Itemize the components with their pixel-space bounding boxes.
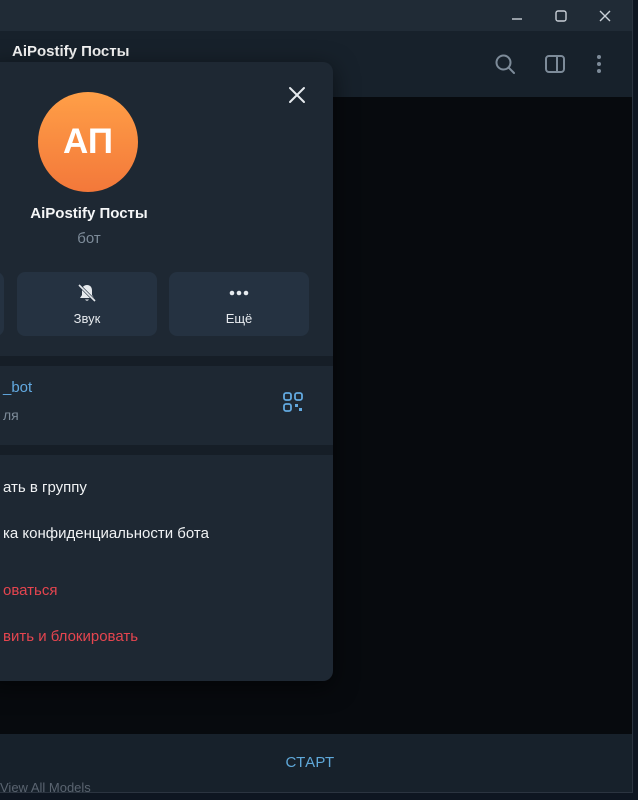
- profile-panel: АП AiPostify Посты бот Звук Ещё _bot ля …: [0, 62, 333, 681]
- more-menu-button[interactable]: [586, 51, 612, 77]
- more-label: Ещё: [225, 311, 253, 326]
- qr-code-button[interactable]: [281, 390, 305, 414]
- underlay-text: View All Models: [0, 780, 91, 795]
- avatar: АП: [38, 92, 138, 192]
- divider: [0, 356, 333, 366]
- sound-button[interactable]: Звук: [17, 272, 157, 336]
- bell-off-icon: [17, 282, 157, 304]
- username-link[interactable]: _bot: [3, 379, 32, 396]
- profile-name: AiPostify Посты: [30, 205, 148, 222]
- qr-code-icon: [283, 392, 303, 412]
- window-close-button[interactable]: [590, 4, 620, 28]
- username-caption: ля: [3, 407, 19, 423]
- more-horizontal-icon: [169, 282, 309, 304]
- menu-privacy-policy[interactable]: ка конфиденциальности бота: [3, 525, 209, 542]
- maximize-icon: [555, 10, 567, 22]
- more-vertical-icon: [597, 55, 601, 73]
- close-icon: [289, 87, 305, 103]
- start-button[interactable]: СТАРТ: [0, 734, 620, 790]
- menu-complain[interactable]: оваться: [3, 582, 57, 599]
- title-bar: [0, 0, 632, 31]
- more-button[interactable]: Ещё: [169, 272, 309, 336]
- sound-label: Звук: [73, 311, 101, 326]
- search-button[interactable]: [492, 51, 518, 77]
- close-icon: [599, 10, 611, 22]
- sidebar-toggle-icon: [545, 55, 565, 73]
- minimize-icon: [512, 18, 522, 20]
- menu-stop-and-block[interactable]: вить и блокировать: [3, 628, 138, 645]
- profile-status: бот: [77, 230, 101, 247]
- divider: [0, 445, 333, 455]
- maximize-button[interactable]: [546, 4, 576, 28]
- bottom-bar: СТАРТ: [0, 734, 632, 792]
- chat-title[interactable]: AiPostify Посты: [12, 43, 129, 60]
- sidebar-toggle-button[interactable]: [542, 51, 568, 77]
- menu-add-to-group[interactable]: ать в группу: [3, 479, 87, 496]
- minimize-button[interactable]: [502, 4, 532, 28]
- search-icon: [495, 54, 515, 74]
- action-button-hidden[interactable]: [0, 272, 4, 336]
- panel-close-button[interactable]: [284, 82, 310, 108]
